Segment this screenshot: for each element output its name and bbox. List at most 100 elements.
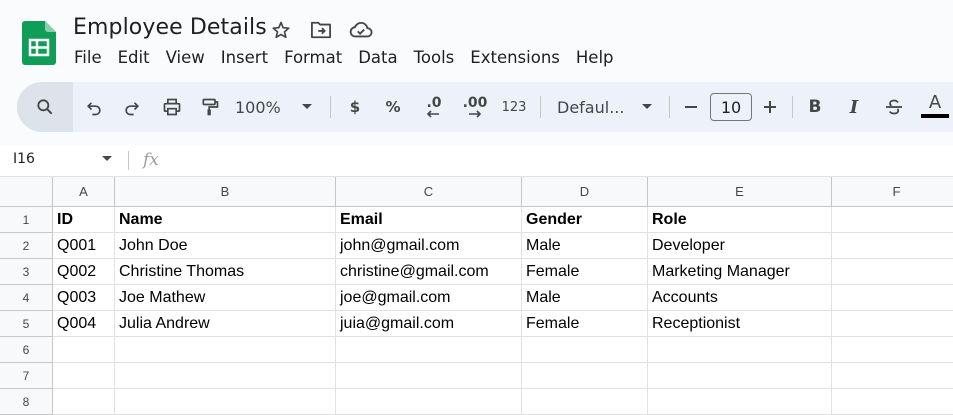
cell-d7[interactable] — [522, 363, 648, 389]
cell-c7[interactable] — [336, 363, 522, 389]
cell-c3[interactable]: christine@gmail.com — [336, 259, 522, 285]
redo-button[interactable] — [117, 82, 147, 132]
cell-d3[interactable]: Female — [522, 259, 648, 285]
cell-b5[interactable]: Julia Andrew — [115, 311, 336, 337]
name-box-dropdown-icon[interactable] — [102, 156, 112, 162]
cell-f8[interactable] — [832, 389, 953, 415]
document-title[interactable]: Employee Details — [73, 15, 267, 40]
cell-a8[interactable] — [53, 389, 115, 415]
star-icon[interactable] — [268, 18, 294, 42]
zoom-select[interactable]: 100% — [235, 82, 295, 132]
row-header-3[interactable]: 3 — [0, 259, 53, 285]
column-header-f[interactable]: F — [832, 177, 953, 207]
row-header-5[interactable]: 5 — [0, 311, 53, 337]
cell-c8[interactable] — [336, 389, 522, 415]
cell-f2[interactable] — [832, 233, 953, 259]
search-menus-button[interactable] — [17, 82, 73, 132]
column-header-a[interactable]: A — [53, 177, 115, 207]
print-button[interactable] — [157, 82, 187, 132]
cell-b3[interactable]: Christine Thomas — [115, 259, 336, 285]
cell-b2[interactable]: John Doe — [115, 233, 336, 259]
cell-a1[interactable]: ID — [53, 207, 115, 233]
menu-tools[interactable]: Tools — [406, 46, 463, 69]
cell-c5[interactable]: juia@gmail.com — [336, 311, 522, 337]
menu-format[interactable]: Format — [276, 46, 350, 69]
cell-b7[interactable] — [115, 363, 336, 389]
undo-button[interactable] — [79, 82, 109, 132]
currency-format-button[interactable]: $ — [343, 82, 367, 132]
column-header-c[interactable]: C — [336, 177, 522, 207]
cell-a4[interactable]: Q003 — [53, 285, 115, 311]
cell-a7[interactable] — [53, 363, 115, 389]
cell-c6[interactable] — [336, 337, 522, 363]
cell-b6[interactable] — [115, 337, 336, 363]
menu-data[interactable]: Data — [350, 46, 405, 69]
column-header-e[interactable]: E — [648, 177, 832, 207]
cell-f5[interactable] — [832, 311, 953, 337]
cell-f3[interactable] — [832, 259, 953, 285]
more-formats-button[interactable]: 123 — [499, 82, 529, 132]
row-header-1[interactable]: 1 — [0, 207, 53, 233]
cell-d4[interactable]: Male — [522, 285, 648, 311]
cell-e8[interactable] — [648, 389, 832, 415]
cell-c2[interactable]: john@gmail.com — [336, 233, 522, 259]
percent-format-button[interactable]: % — [381, 82, 405, 132]
move-folder-icon[interactable] — [308, 18, 334, 42]
column-header-b[interactable]: B — [115, 177, 336, 207]
cell-f1[interactable] — [832, 207, 953, 233]
cell-a6[interactable] — [53, 337, 115, 363]
cell-e1[interactable]: Role — [648, 207, 832, 233]
cloud-saved-icon[interactable] — [348, 18, 374, 42]
text-color-button[interactable]: A — [919, 82, 951, 132]
cell-d2[interactable]: Male — [522, 233, 648, 259]
bold-button[interactable]: B — [803, 82, 827, 132]
cell-e6[interactable] — [648, 337, 832, 363]
cell-a2[interactable]: Q001 — [53, 233, 115, 259]
cell-b1[interactable]: Name — [115, 207, 336, 233]
cell-e5[interactable]: Receptionist — [648, 311, 832, 337]
menu-edit[interactable]: Edit — [110, 46, 158, 69]
sheets-logo-icon[interactable] — [22, 21, 56, 65]
cell-a5[interactable]: Q004 — [53, 311, 115, 337]
cell-d8[interactable] — [522, 389, 648, 415]
cell-b8[interactable] — [115, 389, 336, 415]
paint-format-button[interactable] — [195, 82, 225, 132]
cell-e3[interactable]: Marketing Manager — [648, 259, 832, 285]
menu-insert[interactable]: Insert — [213, 46, 276, 69]
cell-e2[interactable]: Developer — [648, 233, 832, 259]
name-box[interactable]: I16 — [13, 151, 35, 167]
font-dropdown-icon[interactable] — [639, 82, 655, 132]
zoom-dropdown-icon[interactable] — [299, 82, 315, 132]
cell-c4[interactable]: joe@gmail.com — [336, 285, 522, 311]
paint-format-icon — [202, 98, 219, 116]
cell-f6[interactable] — [832, 337, 953, 363]
column-header-d[interactable]: D — [522, 177, 648, 207]
cell-e4[interactable]: Accounts — [648, 285, 832, 311]
row-header-8[interactable]: 8 — [0, 389, 53, 415]
cell-f7[interactable] — [832, 363, 953, 389]
strikethrough-button[interactable] — [881, 82, 907, 132]
menu-help[interactable]: Help — [568, 46, 622, 69]
row-header-6[interactable]: 6 — [0, 337, 53, 363]
cell-a3[interactable]: Q002 — [53, 259, 115, 285]
increase-font-size-button[interactable] — [758, 82, 782, 132]
cell-e7[interactable] — [648, 363, 832, 389]
cell-d5[interactable]: Female — [522, 311, 648, 337]
menu-file[interactable]: File — [66, 46, 110, 69]
decrease-decimal-button[interactable]: .0 — [417, 82, 451, 132]
increase-decimal-button[interactable]: .00 — [457, 82, 493, 132]
italic-button[interactable]: I — [842, 82, 866, 132]
menu-extensions[interactable]: Extensions — [462, 46, 568, 69]
decrease-font-size-button[interactable] — [679, 82, 703, 132]
cell-b4[interactable]: Joe Mathew — [115, 285, 336, 311]
cell-d6[interactable] — [522, 337, 648, 363]
select-all-corner[interactable] — [0, 177, 53, 207]
font-size-input[interactable]: 10 — [710, 93, 752, 121]
row-header-4[interactable]: 4 — [0, 285, 53, 311]
row-header-7[interactable]: 7 — [0, 363, 53, 389]
row-header-2[interactable]: 2 — [0, 233, 53, 259]
cell-d1[interactable]: Gender — [522, 207, 648, 233]
cell-f4[interactable] — [832, 285, 953, 311]
menu-view[interactable]: View — [158, 46, 213, 69]
cell-c1[interactable]: Email — [336, 207, 522, 233]
